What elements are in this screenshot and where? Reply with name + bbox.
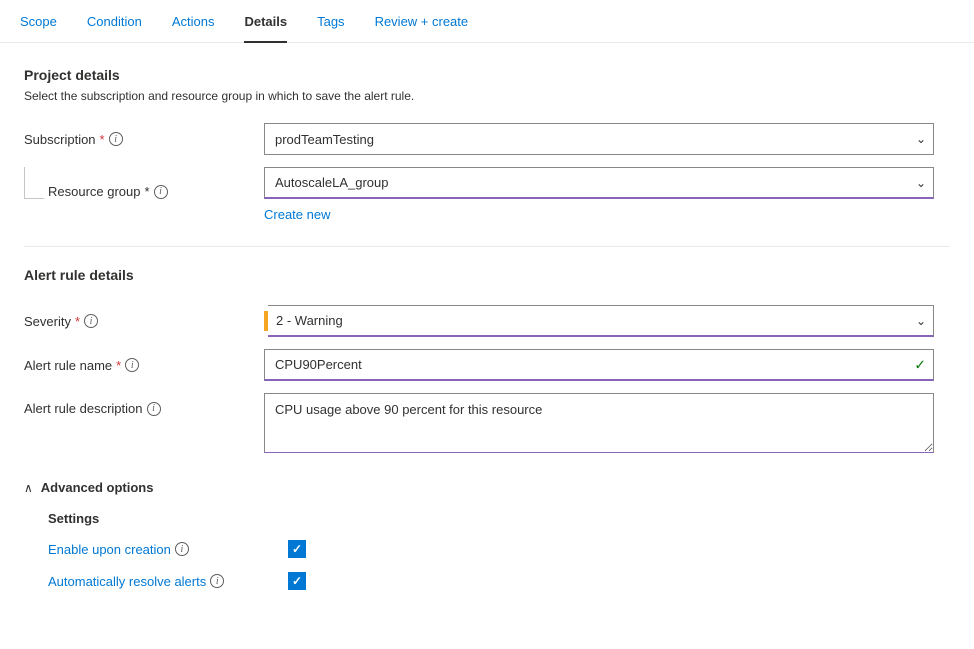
nav-tabs: Scope Condition Actions Details Tags Rev… xyxy=(0,0,974,43)
create-new-wrapper: Create new xyxy=(24,203,950,222)
auto-resolve-label: Automatically resolve alerts i xyxy=(48,574,288,589)
resource-group-row: Resource group * i AutoscaleLA_group ⌄ xyxy=(24,167,950,199)
advanced-options-chevron-icon: ∧ xyxy=(24,481,33,495)
alert-rule-name-info-icon[interactable]: i xyxy=(125,358,139,372)
tab-tags[interactable]: Tags xyxy=(317,0,344,43)
subscription-select-wrapper: prodTeamTesting ⌄ xyxy=(264,123,934,155)
severity-label: Severity * i xyxy=(24,314,264,329)
advanced-options-content: Settings Enable upon creation i Automati… xyxy=(24,511,950,590)
alert-rule-description-control: CPU usage above 90 percent for this reso… xyxy=(264,393,934,456)
project-details-description: Select the subscription and resource gro… xyxy=(24,89,950,103)
severity-required: * xyxy=(75,314,80,329)
alert-rule-description-info-icon[interactable]: i xyxy=(147,402,161,416)
project-details-section: Project details Select the subscription … xyxy=(24,67,950,222)
enable-upon-creation-checkbox[interactable] xyxy=(288,540,306,558)
main-content: Project details Select the subscription … xyxy=(0,43,974,628)
subscription-required: * xyxy=(100,132,105,147)
severity-info-icon[interactable]: i xyxy=(84,314,98,328)
alert-rule-details-title: Alert rule details xyxy=(24,267,950,283)
severity-row: Severity * i 2 - Warning ⌄ xyxy=(24,305,950,337)
tab-review-create[interactable]: Review + create xyxy=(375,0,469,43)
subscription-row: Subscription * i prodTeamTesting ⌄ xyxy=(24,123,950,155)
subscription-select[interactable]: prodTeamTesting xyxy=(264,123,934,155)
enable-upon-creation-label: Enable upon creation i xyxy=(48,542,288,557)
subscription-label: Subscription * i xyxy=(24,132,264,147)
alert-rule-details-section: Alert rule details Severity * i 2 - Warn… xyxy=(24,267,950,456)
enable-upon-creation-row: Enable upon creation i xyxy=(48,540,950,558)
resource-group-control: AutoscaleLA_group ⌄ xyxy=(264,167,934,199)
alert-rule-name-row: Alert rule name * i ✓ xyxy=(24,349,950,381)
alert-rule-name-input[interactable] xyxy=(264,349,934,381)
settings-subtitle: Settings xyxy=(48,511,950,526)
alert-rule-description-row: Alert rule description i CPU usage above… xyxy=(24,393,950,456)
divider-1 xyxy=(24,246,950,247)
alert-rule-name-input-wrapper: ✓ xyxy=(264,349,934,381)
resource-group-required: * xyxy=(145,184,150,199)
severity-control: 2 - Warning ⌄ xyxy=(264,305,934,337)
resource-group-select[interactable]: AutoscaleLA_group xyxy=(264,167,934,199)
resource-group-select-wrapper: AutoscaleLA_group ⌄ xyxy=(264,167,934,199)
subscription-info-icon[interactable]: i xyxy=(109,132,123,146)
tab-scope[interactable]: Scope xyxy=(20,0,57,43)
advanced-options-container: ∧ Advanced options Settings Enable upon … xyxy=(24,480,950,590)
tab-actions[interactable]: Actions xyxy=(172,0,215,43)
resource-group-info-icon[interactable]: i xyxy=(154,185,168,199)
severity-select[interactable]: 2 - Warning xyxy=(268,305,934,337)
auto-resolve-checkbox[interactable] xyxy=(288,572,306,590)
alert-rule-name-control: ✓ xyxy=(264,349,934,381)
enable-upon-creation-info-icon[interactable]: i xyxy=(175,542,189,556)
project-details-title: Project details xyxy=(24,67,950,83)
auto-resolve-info-icon[interactable]: i xyxy=(210,574,224,588)
alert-rule-name-required: * xyxy=(116,358,121,373)
tab-details[interactable]: Details xyxy=(244,0,287,43)
advanced-options-title: Advanced options xyxy=(41,480,154,495)
indent-line xyxy=(24,167,44,199)
create-new-link[interactable]: Create new xyxy=(264,207,330,222)
alert-rule-name-check-icon: ✓ xyxy=(914,357,926,374)
alert-rule-name-label: Alert rule name * i xyxy=(24,358,264,373)
tab-condition[interactable]: Condition xyxy=(87,0,142,43)
advanced-options-header[interactable]: ∧ Advanced options xyxy=(24,480,950,495)
alert-rule-description-textarea[interactable]: CPU usage above 90 percent for this reso… xyxy=(264,393,934,453)
resource-group-container: Resource group * i AutoscaleLA_group ⌄ C… xyxy=(24,167,950,222)
auto-resolve-row: Automatically resolve alerts i xyxy=(48,572,950,590)
subscription-control: prodTeamTesting ⌄ xyxy=(264,123,934,155)
resource-group-label: Resource group * i xyxy=(48,184,264,199)
severity-select-wrapper: 2 - Warning ⌄ xyxy=(264,305,934,337)
alert-rule-description-label: Alert rule description i xyxy=(24,393,264,416)
